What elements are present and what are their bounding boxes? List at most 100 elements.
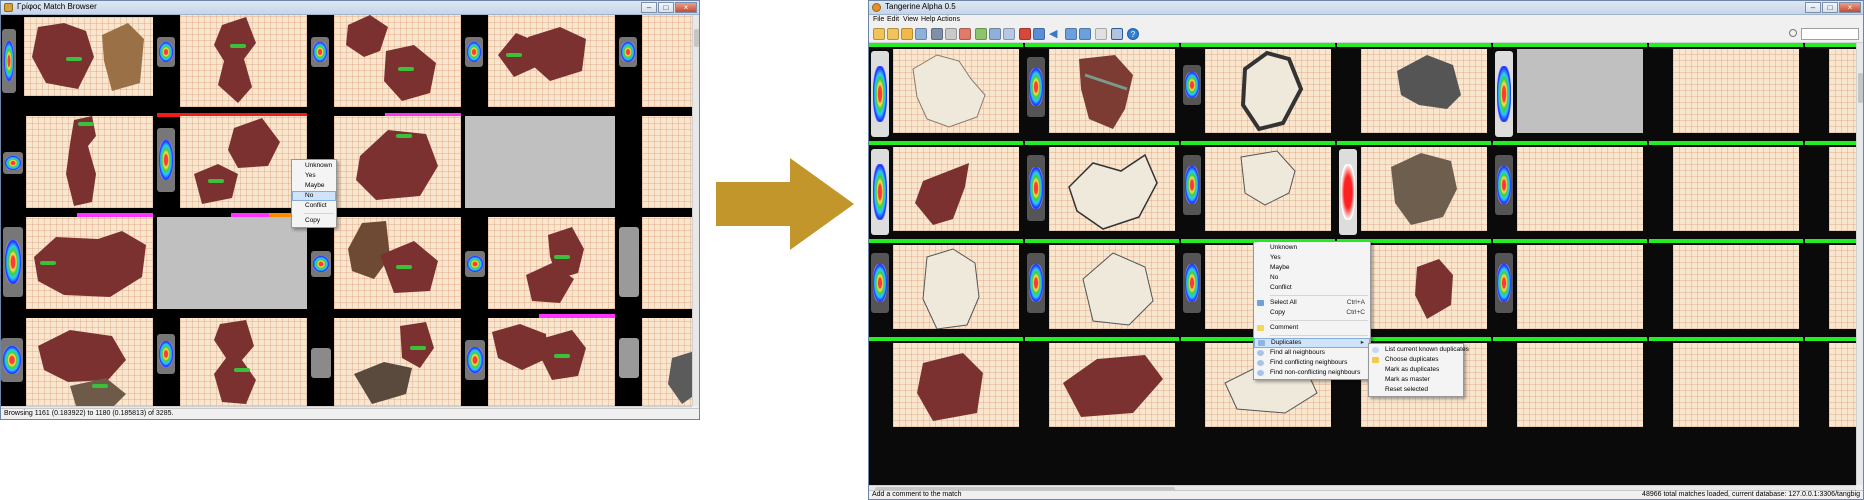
- scrollbar-thumb[interactable]: [694, 29, 699, 47]
- menu-item-comment[interactable]: Comment: [1254, 323, 1370, 333]
- match-card[interactable]: [26, 318, 153, 406]
- match-tile[interactable]: [1025, 239, 1181, 339]
- match-tile-empty[interactable]: [463, 116, 617, 213]
- menu-item-maybe[interactable]: Maybe: [292, 181, 336, 191]
- match-card[interactable]: [488, 217, 615, 309]
- sort-ascending-icon[interactable]: [1065, 28, 1077, 40]
- match-tile[interactable]: [309, 217, 463, 314]
- match-card[interactable]: [1673, 343, 1799, 427]
- match-tile[interactable]: [1649, 239, 1805, 339]
- match-card[interactable]: [893, 147, 1019, 231]
- match-card[interactable]: [642, 217, 693, 309]
- save-icon[interactable]: [901, 28, 913, 40]
- match-tile[interactable]: [1649, 337, 1805, 437]
- open-icon[interactable]: [873, 28, 885, 40]
- match-card[interactable]: [1673, 245, 1799, 329]
- match-card[interactable]: [642, 15, 693, 107]
- menu-item-mark-duplicates[interactable]: Mark as duplicates: [1369, 365, 1463, 375]
- match-tile[interactable]: [1805, 239, 1857, 339]
- menu-item-maybe[interactable]: Maybe: [1254, 263, 1370, 273]
- menu-item-choose-duplicates[interactable]: Choose duplicates: [1369, 355, 1463, 365]
- search-input[interactable]: [1801, 28, 1859, 40]
- menu-actions[interactable]: Actions: [937, 16, 960, 23]
- match-card[interactable]: [1673, 147, 1799, 231]
- match-tile[interactable]: [617, 116, 693, 213]
- match-tile[interactable]: [309, 318, 463, 406]
- match-card-empty[interactable]: [465, 116, 615, 208]
- match-tile[interactable]: [1337, 141, 1493, 241]
- help-icon[interactable]: ?: [1127, 28, 1139, 40]
- match-tile[interactable]: [1025, 43, 1181, 143]
- menu-item-no[interactable]: No: [292, 191, 336, 201]
- match-card[interactable]: [488, 318, 615, 406]
- menu-help[interactable]: Help: [921, 16, 935, 23]
- grid-view-icon[interactable]: [1019, 28, 1031, 40]
- screenshot-icon[interactable]: [1111, 28, 1123, 40]
- match-card[interactable]: [1517, 245, 1643, 329]
- match-card[interactable]: [642, 116, 693, 208]
- match-card[interactable]: [1517, 147, 1643, 231]
- match-tile[interactable]: [1493, 337, 1649, 437]
- match-card[interactable]: [1517, 343, 1643, 427]
- match-card[interactable]: [642, 318, 693, 406]
- match-card[interactable]: [1205, 49, 1331, 133]
- menu-item-copy[interactable]: Copy Ctrl+C: [1254, 308, 1370, 318]
- match-tile[interactable]: [463, 15, 617, 112]
- menu-view[interactable]: View: [903, 16, 918, 23]
- match-tile[interactable]: [155, 15, 309, 112]
- match-tile[interactable]: [463, 314, 617, 406]
- match-tile[interactable]: [463, 217, 617, 314]
- match-card[interactable]: [1361, 245, 1487, 329]
- menu-item-find-all-neighbours[interactable]: Find all neighbours: [1254, 348, 1370, 358]
- menu-item-conflict[interactable]: Conflict: [1254, 283, 1370, 293]
- match-tile[interactable]: [617, 318, 693, 406]
- menu-item-conflict[interactable]: Conflict: [292, 201, 336, 211]
- match-tile[interactable]: [1805, 337, 1857, 437]
- match-card[interactable]: [1049, 343, 1175, 427]
- match-card[interactable]: [1361, 147, 1487, 231]
- back-arrow-icon[interactable]: ◀: [1049, 28, 1061, 40]
- match-tile[interactable]: [1, 318, 155, 406]
- match-tile[interactable]: [1805, 141, 1857, 241]
- match-tile[interactable]: [1, 213, 155, 314]
- match-card[interactable]: [893, 245, 1019, 329]
- match-tile[interactable]: [869, 43, 1025, 143]
- filter-icon[interactable]: [959, 28, 971, 40]
- match-card[interactable]: [1829, 49, 1857, 133]
- menu-edit[interactable]: Edit: [887, 16, 899, 23]
- minimize-button[interactable]: –: [1805, 2, 1821, 13]
- match-tile[interactable]: [1493, 141, 1649, 241]
- menu-item-select-all[interactable]: Select All Ctrl+A: [1254, 298, 1370, 308]
- menu-item-mark-master[interactable]: Mark as master: [1369, 375, 1463, 385]
- vertical-scrollbar[interactable]: [692, 15, 699, 406]
- match-tile[interactable]: [155, 113, 309, 213]
- folder-icon[interactable]: [887, 28, 899, 40]
- search-tool-icon[interactable]: [1095, 28, 1107, 40]
- minimize-button[interactable]: –: [641, 2, 657, 13]
- menu-item-find-conflicting-neighbours[interactable]: Find conflicting neighbours: [1254, 358, 1370, 368]
- match-tile[interactable]: [617, 15, 693, 112]
- menu-item-copy[interactable]: Copy: [292, 216, 336, 226]
- match-tile[interactable]: [869, 239, 1025, 339]
- close-button[interactable]: ×: [675, 2, 697, 13]
- list-view-icon[interactable]: [1033, 28, 1045, 40]
- match-tile[interactable]: [869, 337, 1025, 437]
- add-icon[interactable]: [975, 28, 987, 40]
- menu-item-reset-selected[interactable]: Reset selected: [1369, 385, 1463, 395]
- match-card[interactable]: [893, 49, 1019, 133]
- match-card[interactable]: [1829, 147, 1857, 231]
- match-card-empty[interactable]: [1517, 49, 1643, 133]
- scrollbar-thumb[interactable]: [1858, 73, 1863, 103]
- match-card[interactable]: [1049, 245, 1175, 329]
- close-button[interactable]: ×: [1839, 2, 1861, 13]
- match-tile[interactable]: [155, 318, 309, 406]
- match-tile[interactable]: [1649, 141, 1805, 241]
- export-icon[interactable]: [915, 28, 927, 40]
- maximize-button[interactable]: □: [658, 2, 674, 13]
- match-card[interactable]: [1049, 147, 1175, 231]
- menu-item-yes[interactable]: Yes: [1254, 253, 1370, 263]
- match-tile[interactable]: [1337, 43, 1493, 143]
- settings-icon[interactable]: [945, 28, 957, 40]
- match-card[interactable]: [180, 116, 307, 208]
- menu-item-yes[interactable]: Yes: [292, 171, 336, 181]
